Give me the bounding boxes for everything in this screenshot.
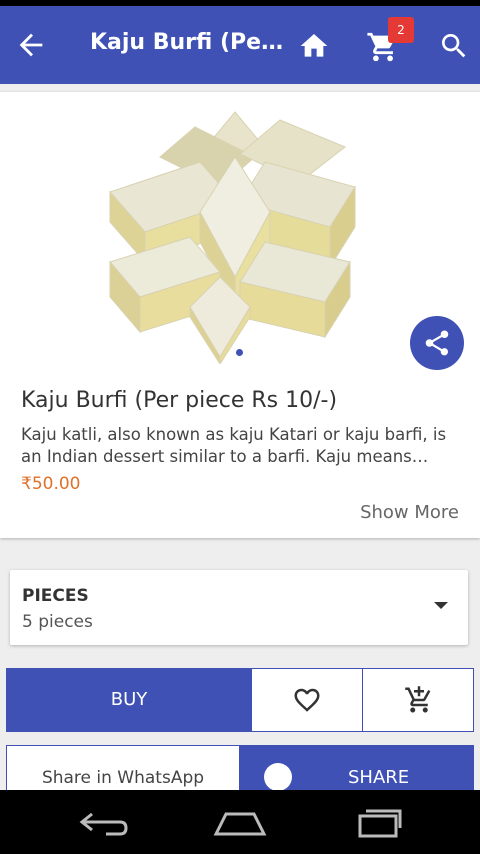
product-image[interactable] — [100, 102, 370, 364]
add-cart-icon — [404, 686, 430, 713]
product-description: Kaju katli, also known as kaju Katari or… — [21, 425, 447, 466]
back-nav-icon[interactable] — [76, 808, 132, 838]
share-button[interactable]: SHARE — [240, 745, 474, 790]
share-icon — [425, 330, 449, 356]
home-icon[interactable] — [298, 30, 330, 62]
dropdown-arrow-icon — [434, 602, 448, 609]
variant-value: 5 pieces — [22, 612, 93, 632]
phone-icon — [264, 763, 292, 790]
heart-icon — [294, 688, 320, 712]
page-title: Kaju Burfi (Per piece Rs 10/-) — [90, 30, 285, 55]
search-icon[interactable] — [438, 30, 470, 62]
carousel-indicator[interactable] — [236, 349, 243, 356]
action-bar: BUY — [6, 668, 474, 732]
share-row: Share in WhatsApp SHARE — [6, 745, 474, 790]
show-more-link[interactable]: Show More — [360, 502, 459, 523]
whatsapp-share-button[interactable]: Share in WhatsApp — [6, 745, 240, 790]
cart-count-badge: 2 — [388, 17, 414, 43]
app-bar: Kaju Burfi (Per piece Rs 10/-) 2 — [0, 6, 480, 84]
share-fab-button[interactable] — [410, 316, 464, 370]
variant-label: PIECES — [22, 586, 89, 606]
variant-selector[interactable]: PIECES 5 pieces — [10, 570, 468, 645]
wishlist-button[interactable] — [251, 669, 362, 731]
product-card: Kaju Burfi (Per piece Rs 10/-) Kaju katl… — [0, 92, 480, 538]
home-nav-icon[interactable] — [212, 808, 268, 838]
add-to-cart-button[interactable] — [362, 669, 474, 731]
recents-nav-icon[interactable] — [350, 808, 406, 838]
share-button-label: SHARE — [348, 767, 410, 788]
system-nav-bar — [0, 790, 480, 854]
back-arrow-icon[interactable] — [14, 28, 48, 62]
product-title: Kaju Burfi (Per piece Rs 10/-) — [21, 388, 338, 413]
buy-button[interactable]: BUY — [7, 669, 251, 731]
product-price: ₹50.00 — [21, 474, 81, 494]
